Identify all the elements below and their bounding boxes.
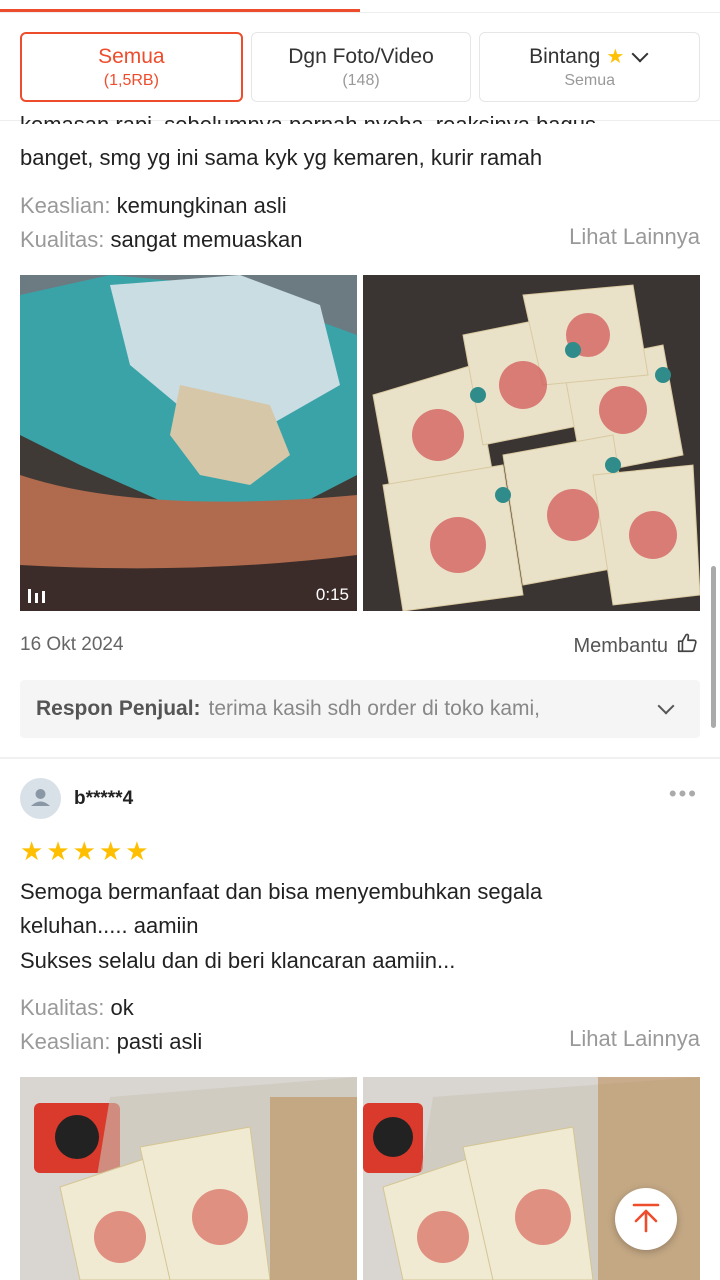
star-icon: ★ (72, 836, 96, 866)
star-icon: ★ (606, 46, 625, 68)
review-text: keluhan..... aamiin (20, 913, 199, 938)
rating-stars: ★ ★ ★ ★ ★ (20, 836, 149, 866)
review-photo-thumbnail[interactable] (20, 1077, 357, 1280)
helpful-label: Membantu (573, 634, 669, 657)
review-attr: Kualitas: sangat memuaskan (20, 227, 303, 252)
scroll-to-top-button[interactable] (615, 1188, 677, 1250)
filter-all[interactable]: Semua (1,5RB) (20, 32, 243, 102)
review-date: 16 Okt 2024 (20, 634, 124, 655)
review-attr: Kualitas: ok (20, 995, 134, 1020)
star-icon: ★ (125, 836, 149, 866)
video-icon (28, 589, 48, 603)
see-more-link[interactable]: Lihat Lainnya (569, 1026, 700, 1052)
filter-stars-sub: Semua (564, 72, 616, 89)
filter-all-label: Semua (98, 45, 165, 68)
review-attr: Keaslian: kemungkinan asli (20, 193, 287, 218)
see-more-link[interactable]: Lihat Lainnya (569, 224, 700, 250)
review-text-cut: kemasan rapi, sebelumnya pernah nyoba, r… (20, 108, 700, 124)
filter-all-count: (1,5RB) (103, 72, 159, 89)
review-filter-bar: Semua (1,5RB) Dgn Foto/Video (148) Binta… (20, 32, 701, 102)
reviewer-username: b*****4 (74, 788, 134, 809)
chevron-down-icon (631, 45, 649, 63)
scrollbar[interactable] (711, 566, 716, 728)
filter-with-media[interactable]: Dgn Foto/Video (148) (250, 32, 472, 102)
arrow-up-to-top-icon (628, 1199, 664, 1240)
review-text: Sukses selalu dan di beri klancaran aami… (20, 948, 456, 973)
review-video-thumbnail[interactable]: 0:15 (20, 275, 357, 611)
seller-response-label: Respon Penjual: (36, 697, 201, 720)
seller-response-text: terima kasih sdh order di toko kami, (208, 697, 540, 720)
review-photo-thumbnail[interactable] (363, 275, 700, 611)
review-text: banget, smg yg ini sama kyk yg kemaren, … (20, 145, 543, 170)
tab-divider (0, 12, 720, 13)
star-icon: ★ (46, 836, 70, 866)
seller-response[interactable]: Respon Penjual: terima kasih sdh order d… (20, 680, 700, 738)
star-icon: ★ (20, 836, 44, 866)
thumbs-up-icon (676, 632, 698, 660)
review-attr: Keaslian: pasti asli (20, 1029, 203, 1054)
filter-media-count: (148) (342, 72, 380, 89)
star-icon: ★ (98, 836, 123, 866)
filter-stars-label: Bintang (529, 45, 601, 68)
more-options-icon[interactable]: ••• (669, 781, 698, 807)
chevron-down-icon[interactable] (657, 697, 675, 715)
helpful-button[interactable]: Membantu (574, 632, 699, 660)
avatar[interactable] (20, 778, 61, 819)
video-duration: 0:15 (315, 585, 349, 604)
filter-stars[interactable]: Bintang ★ Semua (479, 32, 701, 102)
review-text: Semoga bermanfaat dan bisa menyembuhkan … (20, 879, 543, 904)
filter-media-label: Dgn Foto/Video (288, 45, 434, 68)
